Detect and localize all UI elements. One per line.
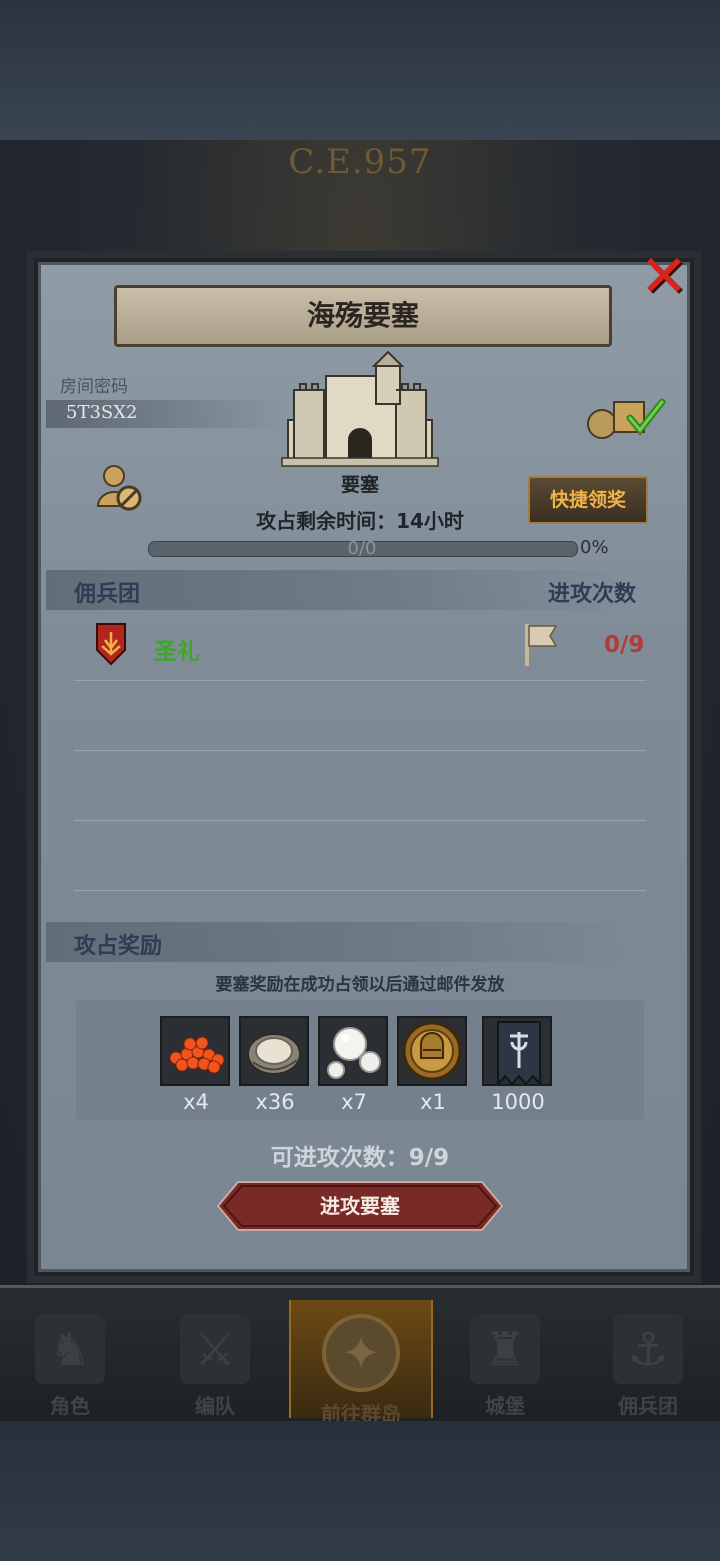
attack-count-header: 进攻次数 [548, 582, 637, 607]
flag-icon [525, 624, 558, 666]
islands-icon: ✦ [322, 1314, 400, 1392]
mercenary-icon: ⚓ [613, 1314, 683, 1384]
reward-qty: x4 [183, 1090, 209, 1114]
row-divider [74, 750, 646, 751]
row-divider [74, 680, 646, 681]
guild-name[interactable]: 圣礼 [154, 632, 200, 666]
reward-qty: x1 [420, 1090, 446, 1114]
loot-collected-icon[interactable] [586, 392, 666, 440]
close-icon: ✕ [639, 242, 689, 310]
nav-mercenary[interactable]: ⚓ 佣兵团 [578, 1300, 718, 1418]
nav-formation-label: 编队 [195, 1394, 235, 1418]
nav-formation[interactable]: ⚔ 编队 [145, 1300, 285, 1418]
reward-item[interactable]: 1000 [482, 1016, 554, 1114]
top-backdrop [0, 0, 720, 140]
nav-islands[interactable]: ✦ 前往群岛 [289, 1300, 433, 1426]
guild-banner-icon [482, 1016, 552, 1086]
player-block-icon[interactable] [96, 464, 144, 514]
nav-character-label: 角色 [50, 1394, 90, 1418]
nav-character[interactable]: ♞ 角色 [0, 1300, 140, 1418]
oyster-icon [239, 1016, 309, 1086]
era-label: C.E.957 [288, 142, 432, 182]
room-code-label: 房间密码 [60, 377, 128, 397]
capture-progress-percent: 0% [580, 537, 609, 558]
reward-qty: x7 [341, 1090, 367, 1114]
row-divider [74, 890, 646, 891]
dialog-title: 海殇要塞 [114, 285, 612, 347]
castle-icon: ♜ [470, 1314, 540, 1384]
salmon-roe-icon [160, 1016, 230, 1086]
character-icon: ♞ [35, 1314, 105, 1384]
reward-qty: 1000 [491, 1090, 545, 1114]
formation-icon: ⚔ [180, 1314, 250, 1384]
capture-progress-text: 0/0 [347, 538, 377, 559]
mercenary-header: 佣兵团 [74, 582, 141, 607]
attacks-available: 可进攻次数：9/9 [270, 1145, 450, 1171]
guild-crest-icon [96, 623, 126, 666]
attack-fortress-label: 进攻要塞 [320, 1194, 400, 1218]
reward-item[interactable]: x4 [160, 1016, 232, 1114]
room-code-value: 5T3SX2 [66, 402, 138, 423]
guild-attack-count: 0/9 [604, 632, 645, 658]
rewards-header: 攻占奖励 [74, 934, 163, 959]
close-button[interactable]: ✕ [636, 247, 692, 306]
reward-item[interactable]: x7 [318, 1016, 390, 1114]
reward-item[interactable]: x1 [397, 1016, 469, 1114]
bottom-backdrop [0, 1421, 720, 1561]
nav-castle-label: 城堡 [485, 1394, 525, 1418]
knight-medal-icon [397, 1016, 467, 1086]
time-remaining: 攻占剩余时间：14小时 [256, 509, 464, 533]
fortress-caption: 要塞 [340, 474, 379, 496]
reward-qty: x36 [255, 1090, 295, 1114]
pearls-icon [318, 1016, 388, 1086]
row-divider [74, 820, 646, 821]
reward-item[interactable]: x36 [239, 1016, 311, 1114]
fortress-icon [281, 350, 439, 467]
nav-castle[interactable]: ♜ 城堡 [435, 1300, 575, 1418]
rewards-note: 要塞奖励在成功占领以后通过邮件发放 [215, 975, 505, 995]
nav-mercenary-label: 佣兵团 [618, 1394, 678, 1418]
